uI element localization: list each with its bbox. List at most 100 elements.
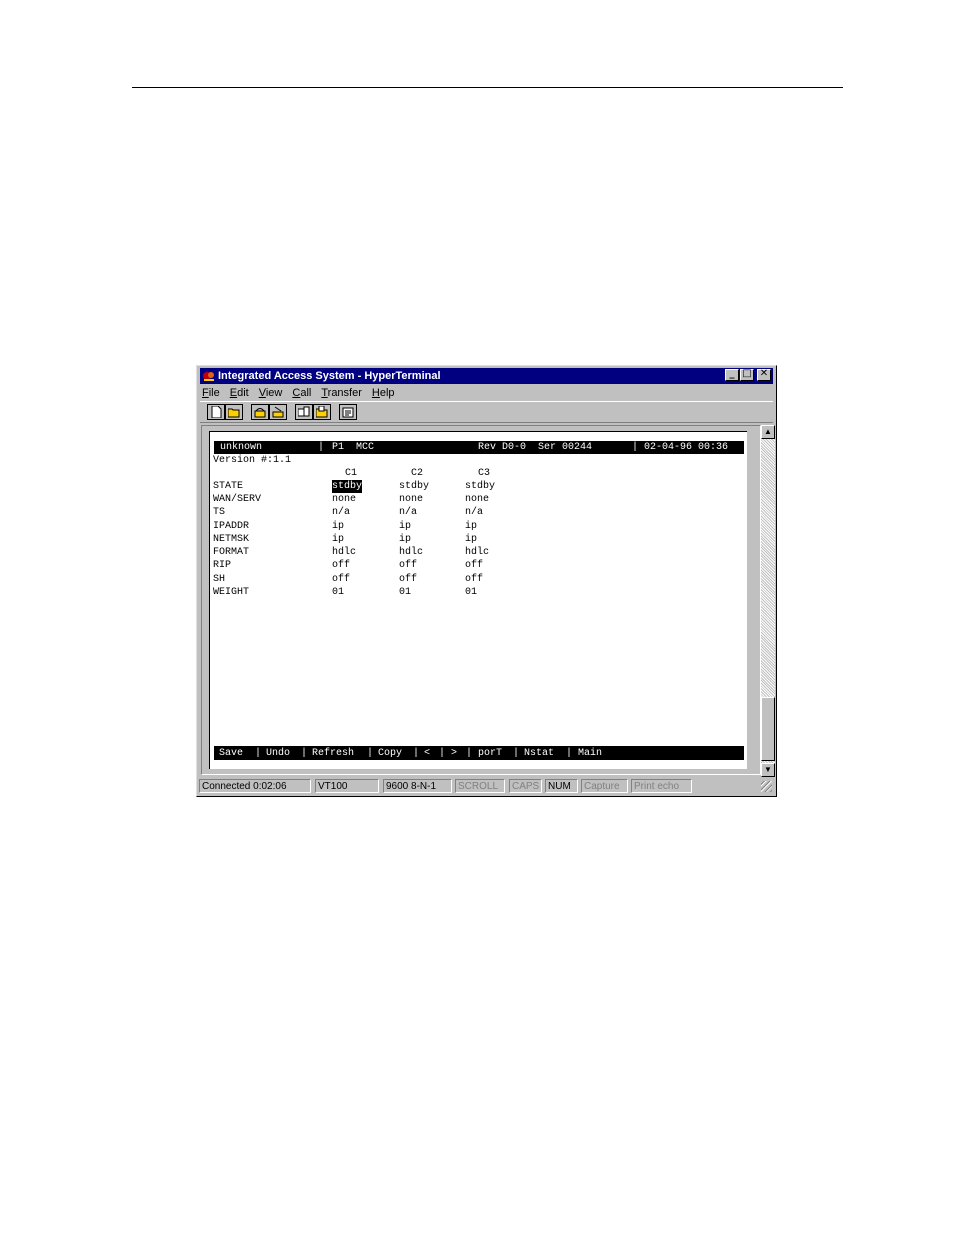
table-cell[interactable]: 01	[332, 586, 344, 599]
command-save[interactable]: Save	[219, 747, 244, 760]
terminal-frame: unknown | P1 MCC Rev D0-0 Ser 00244 | 02…	[201, 425, 761, 775]
vertical-scrollbar[interactable]: ▲ ▼	[761, 425, 775, 777]
window-title: Integrated Access System - HyperTerminal	[218, 370, 441, 382]
toolbar	[200, 401, 773, 423]
command-undo[interactable]: Undo	[266, 747, 291, 760]
table-cell[interactable]: 01	[465, 586, 477, 599]
send-icon	[298, 406, 310, 417]
column-header-c1: C1	[345, 468, 358, 479]
table-cell[interactable]: n/a	[399, 506, 417, 519]
scroll-thumb[interactable]	[761, 697, 775, 761]
menu-help[interactable]: Help	[372, 385, 395, 401]
table-cell[interactable]: off	[399, 559, 417, 572]
minimize-button[interactable]: _	[725, 368, 739, 381]
table-cell[interactable]: ip	[399, 520, 411, 533]
command-separator: |	[513, 747, 520, 760]
minimize-icon: _	[729, 368, 735, 379]
scroll-up-button[interactable]: ▲	[761, 425, 775, 439]
table-cell[interactable]: stdby	[465, 480, 495, 493]
hyperterminal-window: Integrated Access System - HyperTerminal…	[196, 365, 777, 797]
command-refresh[interactable]: Refresh	[312, 747, 355, 760]
table-cell[interactable]: none	[399, 493, 423, 506]
menu-view[interactable]: View	[259, 385, 283, 401]
status-emulation: VT100	[315, 779, 379, 793]
row-label: IPADDR	[213, 521, 250, 532]
table-cell[interactable]: off	[465, 573, 483, 586]
new-connection-button[interactable]	[207, 404, 225, 420]
command-separator: |	[466, 747, 473, 760]
open-button[interactable]	[225, 404, 243, 420]
new-icon	[211, 406, 222, 418]
command-port[interactable]: porT	[478, 747, 503, 760]
status-caps: CAPS	[509, 779, 542, 793]
table-cell[interactable]: off	[465, 559, 483, 572]
properties-button[interactable]	[339, 404, 357, 420]
scroll-down-button[interactable]: ▼	[761, 763, 775, 777]
status-bar: Connected 0:02:06 VT100 9600 8-N-1 SCROL…	[199, 779, 774, 794]
table-cell[interactable]: off	[332, 559, 350, 572]
disconnect-button[interactable]	[269, 404, 287, 420]
menu-file[interactable]: File	[202, 385, 220, 401]
row-label: FORMAT	[213, 547, 250, 558]
receive-button[interactable]	[313, 404, 331, 420]
table-cell[interactable]: ip	[399, 533, 411, 546]
connect-button[interactable]	[251, 404, 269, 420]
command-prev[interactable]: <	[424, 747, 431, 760]
header-separator: |	[632, 441, 639, 454]
menu-call[interactable]: Call	[292, 385, 311, 401]
table-cell[interactable]: none	[465, 493, 489, 506]
command-main[interactable]: Main	[578, 747, 603, 760]
table-cell[interactable]: ip	[465, 520, 477, 533]
command-separator: |	[255, 747, 262, 760]
table-cell[interactable]: ip	[332, 520, 344, 533]
row-label: NETMSK	[213, 534, 250, 545]
resize-grip-icon[interactable]	[761, 781, 772, 792]
close-button[interactable]: ✕	[757, 368, 771, 381]
table-cell[interactable]: none	[332, 493, 356, 506]
table-cell[interactable]: off	[399, 573, 417, 586]
row-label: TS	[213, 507, 226, 518]
table-cell[interactable]: hdlc	[332, 546, 356, 559]
table-cell[interactable]: off	[332, 573, 350, 586]
arrow-up-icon: ▲	[764, 427, 772, 436]
status-num: NUM	[545, 779, 578, 793]
header-separator: |	[318, 441, 325, 454]
row-label: STATE	[213, 481, 244, 492]
connect-icon	[254, 408, 266, 418]
maximize-button[interactable]: □	[740, 368, 754, 381]
table-cell[interactable]: ip	[332, 533, 344, 546]
command-nstat[interactable]: Nstat	[524, 747, 555, 760]
status-capture: Capture	[581, 779, 628, 793]
table-cell[interactable]: hdlc	[399, 546, 423, 559]
page-header-rule	[132, 87, 843, 88]
column-header-c2: C2	[411, 468, 424, 479]
command-separator: |	[367, 747, 374, 760]
table-cell[interactable]: 01	[399, 586, 411, 599]
send-button[interactable]	[295, 404, 313, 420]
header-datetime: 02-04-96 00:36	[644, 441, 729, 454]
cell-state-c1-selected[interactable]: stdby	[332, 480, 363, 493]
command-separator: |	[301, 747, 308, 760]
menu-edit[interactable]: Edit	[230, 385, 249, 401]
row-label: SH	[213, 574, 226, 585]
title-bar[interactable]: Integrated Access System - HyperTerminal…	[200, 368, 773, 384]
table-cell[interactable]: n/a	[332, 506, 350, 519]
properties-icon	[342, 407, 354, 418]
maximize-icon: □	[742, 368, 752, 379]
command-next[interactable]: >	[451, 747, 458, 760]
command-separator: |	[413, 747, 420, 760]
status-scroll: SCROLL	[455, 779, 505, 793]
table-cell[interactable]: stdby	[399, 480, 429, 493]
table-cell[interactable]: n/a	[465, 506, 483, 519]
column-header-c3: C3	[478, 468, 491, 479]
row-label: WEIGHT	[213, 587, 250, 598]
status-settings: 9600 8-N-1	[383, 779, 452, 793]
table-cell[interactable]: hdlc	[465, 546, 489, 559]
header-node: unknown	[220, 441, 263, 454]
table-cell[interactable]: ip	[465, 533, 477, 546]
command-copy[interactable]: Copy	[378, 747, 403, 760]
menu-transfer[interactable]: Transfer	[321, 385, 362, 401]
terminal-screen[interactable]: unknown | P1 MCC Rev D0-0 Ser 00244 | 02…	[209, 431, 747, 769]
close-icon: ✕	[759, 368, 769, 379]
command-separator: |	[566, 747, 573, 760]
